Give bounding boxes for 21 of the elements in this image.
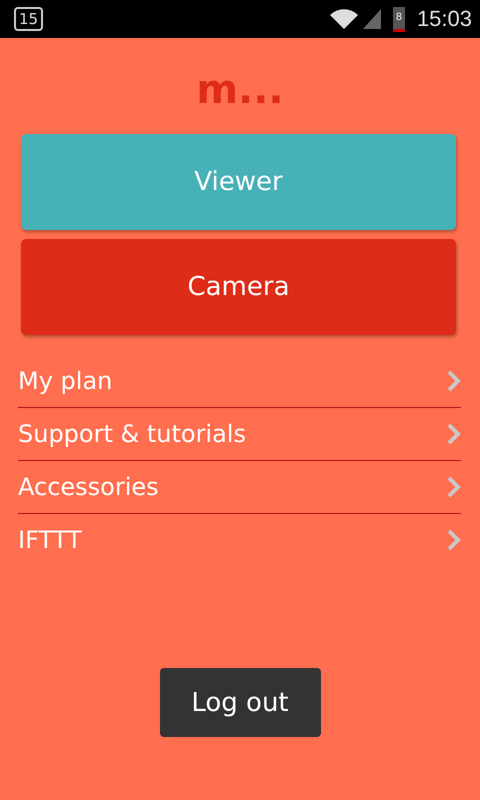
- clock-time: 15:03: [416, 6, 472, 32]
- chevron-icon: [447, 476, 461, 498]
- chevron-icon: [447, 529, 461, 551]
- menu-label: Accessories: [18, 473, 159, 501]
- signal-icon: [362, 9, 381, 29]
- chevron-icon: [447, 423, 461, 445]
- mode-button[interactable]: Viewer: [21, 134, 456, 230]
- wifi-icon: [328, 9, 359, 29]
- menu-item[interactable]: IFTTT: [18, 514, 461, 566]
- logout-button[interactable]: Log out: [160, 668, 320, 737]
- chevron-icon: [447, 370, 461, 392]
- app-logo: m...: [195, 66, 285, 114]
- battery-icon: 8: [392, 6, 405, 32]
- menu-item[interactable]: Accessories: [18, 461, 461, 514]
- mode-button[interactable]: Camera: [21, 239, 456, 335]
- menu-label: Support & tutorials: [18, 420, 246, 448]
- menu-item[interactable]: My plan: [18, 355, 461, 408]
- menu-label: IFTTT: [18, 526, 82, 554]
- menu-item[interactable]: Support & tutorials: [18, 408, 461, 461]
- calendar-icon: 15: [14, 7, 44, 31]
- menu-label: My plan: [18, 367, 112, 395]
